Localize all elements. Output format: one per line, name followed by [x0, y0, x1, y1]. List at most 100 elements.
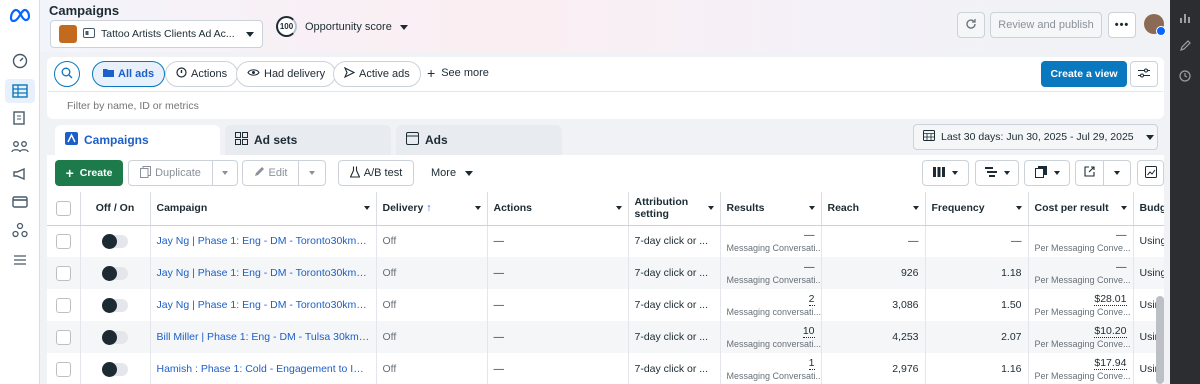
campaign-name-link[interactable]: Bill Miller | Phase 1: Eng - DM - Tulsa … — [150, 321, 377, 353]
cost-value[interactable]: $10.20 — [1094, 325, 1127, 338]
chevron-down-icon[interactable] — [912, 206, 919, 210]
duplicate-dropdown[interactable] — [212, 160, 238, 186]
tab-ad-sets[interactable]: Ad sets — [225, 125, 391, 155]
select-all-header[interactable] — [47, 192, 81, 226]
cost-value[interactable]: $17.94 — [1094, 357, 1127, 370]
menu-icon[interactable] — [10, 250, 30, 270]
review-publish-button[interactable]: Review and publish — [990, 12, 1102, 38]
search-button[interactable] — [54, 61, 80, 87]
row-toggle-cell[interactable] — [80, 257, 151, 289]
search-input[interactable] — [67, 96, 967, 116]
see-more-filters[interactable]: + See more — [427, 66, 489, 80]
megaphone-icon[interactable] — [10, 164, 30, 184]
campaign-toggle[interactable] — [102, 297, 128, 313]
export-button[interactable] — [1075, 160, 1104, 186]
export-dropdown[interactable] — [1103, 160, 1131, 186]
chart-view-button[interactable] — [1137, 160, 1164, 186]
campaign-toggle[interactable] — [102, 233, 128, 249]
pages-icon[interactable] — [10, 108, 30, 128]
ad-account-selector[interactable]: Tattoo Artists Clients Ad Ac... — [50, 20, 263, 48]
view-settings-button[interactable] — [1130, 61, 1158, 87]
col-campaign[interactable]: Campaign — [150, 192, 377, 226]
col-delivery[interactable]: Delivery ↑ — [376, 192, 488, 226]
campaign-name-link[interactable]: Jay Ng | Phase 1: Eng - DM - Toronto30km… — [150, 257, 377, 289]
filter-had-delivery[interactable]: Had delivery — [236, 61, 337, 87]
filter-active-ads[interactable]: Active ads — [333, 61, 421, 87]
row-select-cell[interactable] — [47, 353, 81, 384]
campaign-name-link[interactable]: Hamish : Phase 1: Cold - Engagement to I… — [150, 353, 377, 384]
duplicate-button[interactable]: Duplicate — [128, 160, 213, 186]
campaign-toggle[interactable] — [102, 329, 128, 345]
meta-logo-icon[interactable] — [8, 5, 32, 25]
chevron-down-icon[interactable] — [474, 206, 481, 210]
col-cost-per-result[interactable]: Cost per result — [1028, 192, 1134, 226]
row-checkbox[interactable] — [55, 361, 71, 377]
edit-button[interactable]: Edit — [242, 160, 299, 186]
create-button[interactable]: + Create — [55, 160, 123, 186]
filter-all-ads[interactable]: All ads — [92, 61, 166, 87]
row-select-cell[interactable] — [47, 257, 81, 289]
reports-button[interactable] — [1024, 160, 1070, 186]
chevron-down-icon[interactable] — [707, 206, 714, 210]
tab-campaigns[interactable]: Campaigns — [55, 125, 220, 155]
col-budget[interactable]: Budget — [1133, 192, 1164, 226]
bar-chart-icon[interactable] — [1177, 10, 1193, 26]
refresh-button[interactable] — [957, 12, 985, 38]
col-actions[interactable]: Actions — [487, 192, 629, 226]
row-toggle-cell[interactable] — [80, 225, 151, 257]
more-actions-dropdown[interactable]: More — [422, 160, 482, 186]
row-select-cell[interactable] — [47, 225, 81, 257]
billing-card-icon[interactable] — [10, 192, 30, 212]
chevron-down-icon[interactable] — [1015, 206, 1022, 210]
col-frequency[interactable]: Frequency — [925, 192, 1029, 226]
dashboard-icon[interactable] — [10, 51, 30, 71]
filter-actions[interactable]: Actions — [165, 61, 239, 87]
row-checkbox[interactable] — [55, 233, 71, 249]
row-toggle-cell[interactable] — [80, 289, 151, 321]
chevron-down-icon[interactable] — [1120, 206, 1127, 210]
results-value[interactable]: 1 — [808, 357, 815, 370]
col-attribution[interactable]: Attribution setting — [628, 192, 721, 226]
cost-value[interactable]: $28.01 — [1094, 293, 1127, 306]
row-select-cell[interactable] — [47, 321, 81, 353]
row-checkbox[interactable] — [55, 297, 71, 313]
events-manager-icon[interactable] — [10, 220, 30, 240]
select-all-checkbox[interactable] — [55, 200, 71, 216]
results-value[interactable]: 2 — [808, 293, 815, 306]
row-checkbox[interactable] — [55, 265, 71, 281]
row-toggle-cell[interactable] — [80, 321, 151, 353]
history-clock-icon[interactable] — [1177, 68, 1193, 84]
col-reach[interactable]: Reach — [821, 192, 926, 226]
table-row[interactable]: Hamish : Phase 1: Cold - Engagement to I… — [47, 353, 1164, 384]
opportunity-score-dropdown[interactable]: Opportunity score — [305, 21, 408, 33]
ab-test-button[interactable]: A/B test — [338, 160, 414, 186]
date-range-picker[interactable]: Last 30 days: Jun 30, 2025 - Jul 29, 202… — [913, 124, 1158, 150]
campaign-toggle[interactable] — [102, 265, 128, 281]
results-value[interactable]: 10 — [802, 325, 815, 338]
col-results[interactable]: Results — [720, 192, 822, 226]
campaign-toggle[interactable] — [102, 361, 128, 377]
edit-dropdown[interactable] — [298, 160, 326, 186]
campaign-name-link[interactable]: Jay Ng | Phase 1: Eng - DM - Toronto30km… — [150, 225, 377, 257]
campaign-name-link[interactable]: Jay Ng | Phase 1: Eng - DM - Toronto30km… — [150, 289, 377, 321]
more-options-button[interactable]: ••• — [1108, 12, 1136, 38]
row-select-cell[interactable] — [47, 289, 81, 321]
pencil-icon[interactable] — [1177, 38, 1193, 54]
horizontal-scrollbar-thumb[interactable] — [1156, 296, 1164, 384]
create-view-button[interactable]: Create a view — [1041, 61, 1127, 87]
breakdown-button[interactable] — [975, 160, 1019, 186]
row-checkbox[interactable] — [55, 329, 71, 345]
chevron-down-icon[interactable] — [615, 206, 622, 210]
table-row[interactable]: Bill Miller | Phase 1: Eng - DM - Tulsa … — [47, 321, 1164, 353]
audiences-icon[interactable] — [10, 137, 30, 157]
table-row[interactable]: Jay Ng | Phase 1: Eng - DM - Toronto30km… — [47, 225, 1164, 257]
col-off-on[interactable]: Off / On — [80, 192, 151, 226]
campaigns-table-icon[interactable] — [5, 79, 35, 103]
columns-button[interactable] — [922, 160, 969, 186]
chevron-down-icon[interactable] — [808, 206, 815, 210]
chevron-down-icon[interactable] — [363, 206, 370, 210]
table-row[interactable]: Jay Ng | Phase 1: Eng - DM - Toronto30km… — [47, 257, 1164, 289]
tab-ads[interactable]: Ads — [396, 125, 562, 155]
table-row[interactable]: Jay Ng | Phase 1: Eng - DM - Toronto30km… — [47, 289, 1164, 321]
row-toggle-cell[interactable] — [80, 353, 151, 384]
